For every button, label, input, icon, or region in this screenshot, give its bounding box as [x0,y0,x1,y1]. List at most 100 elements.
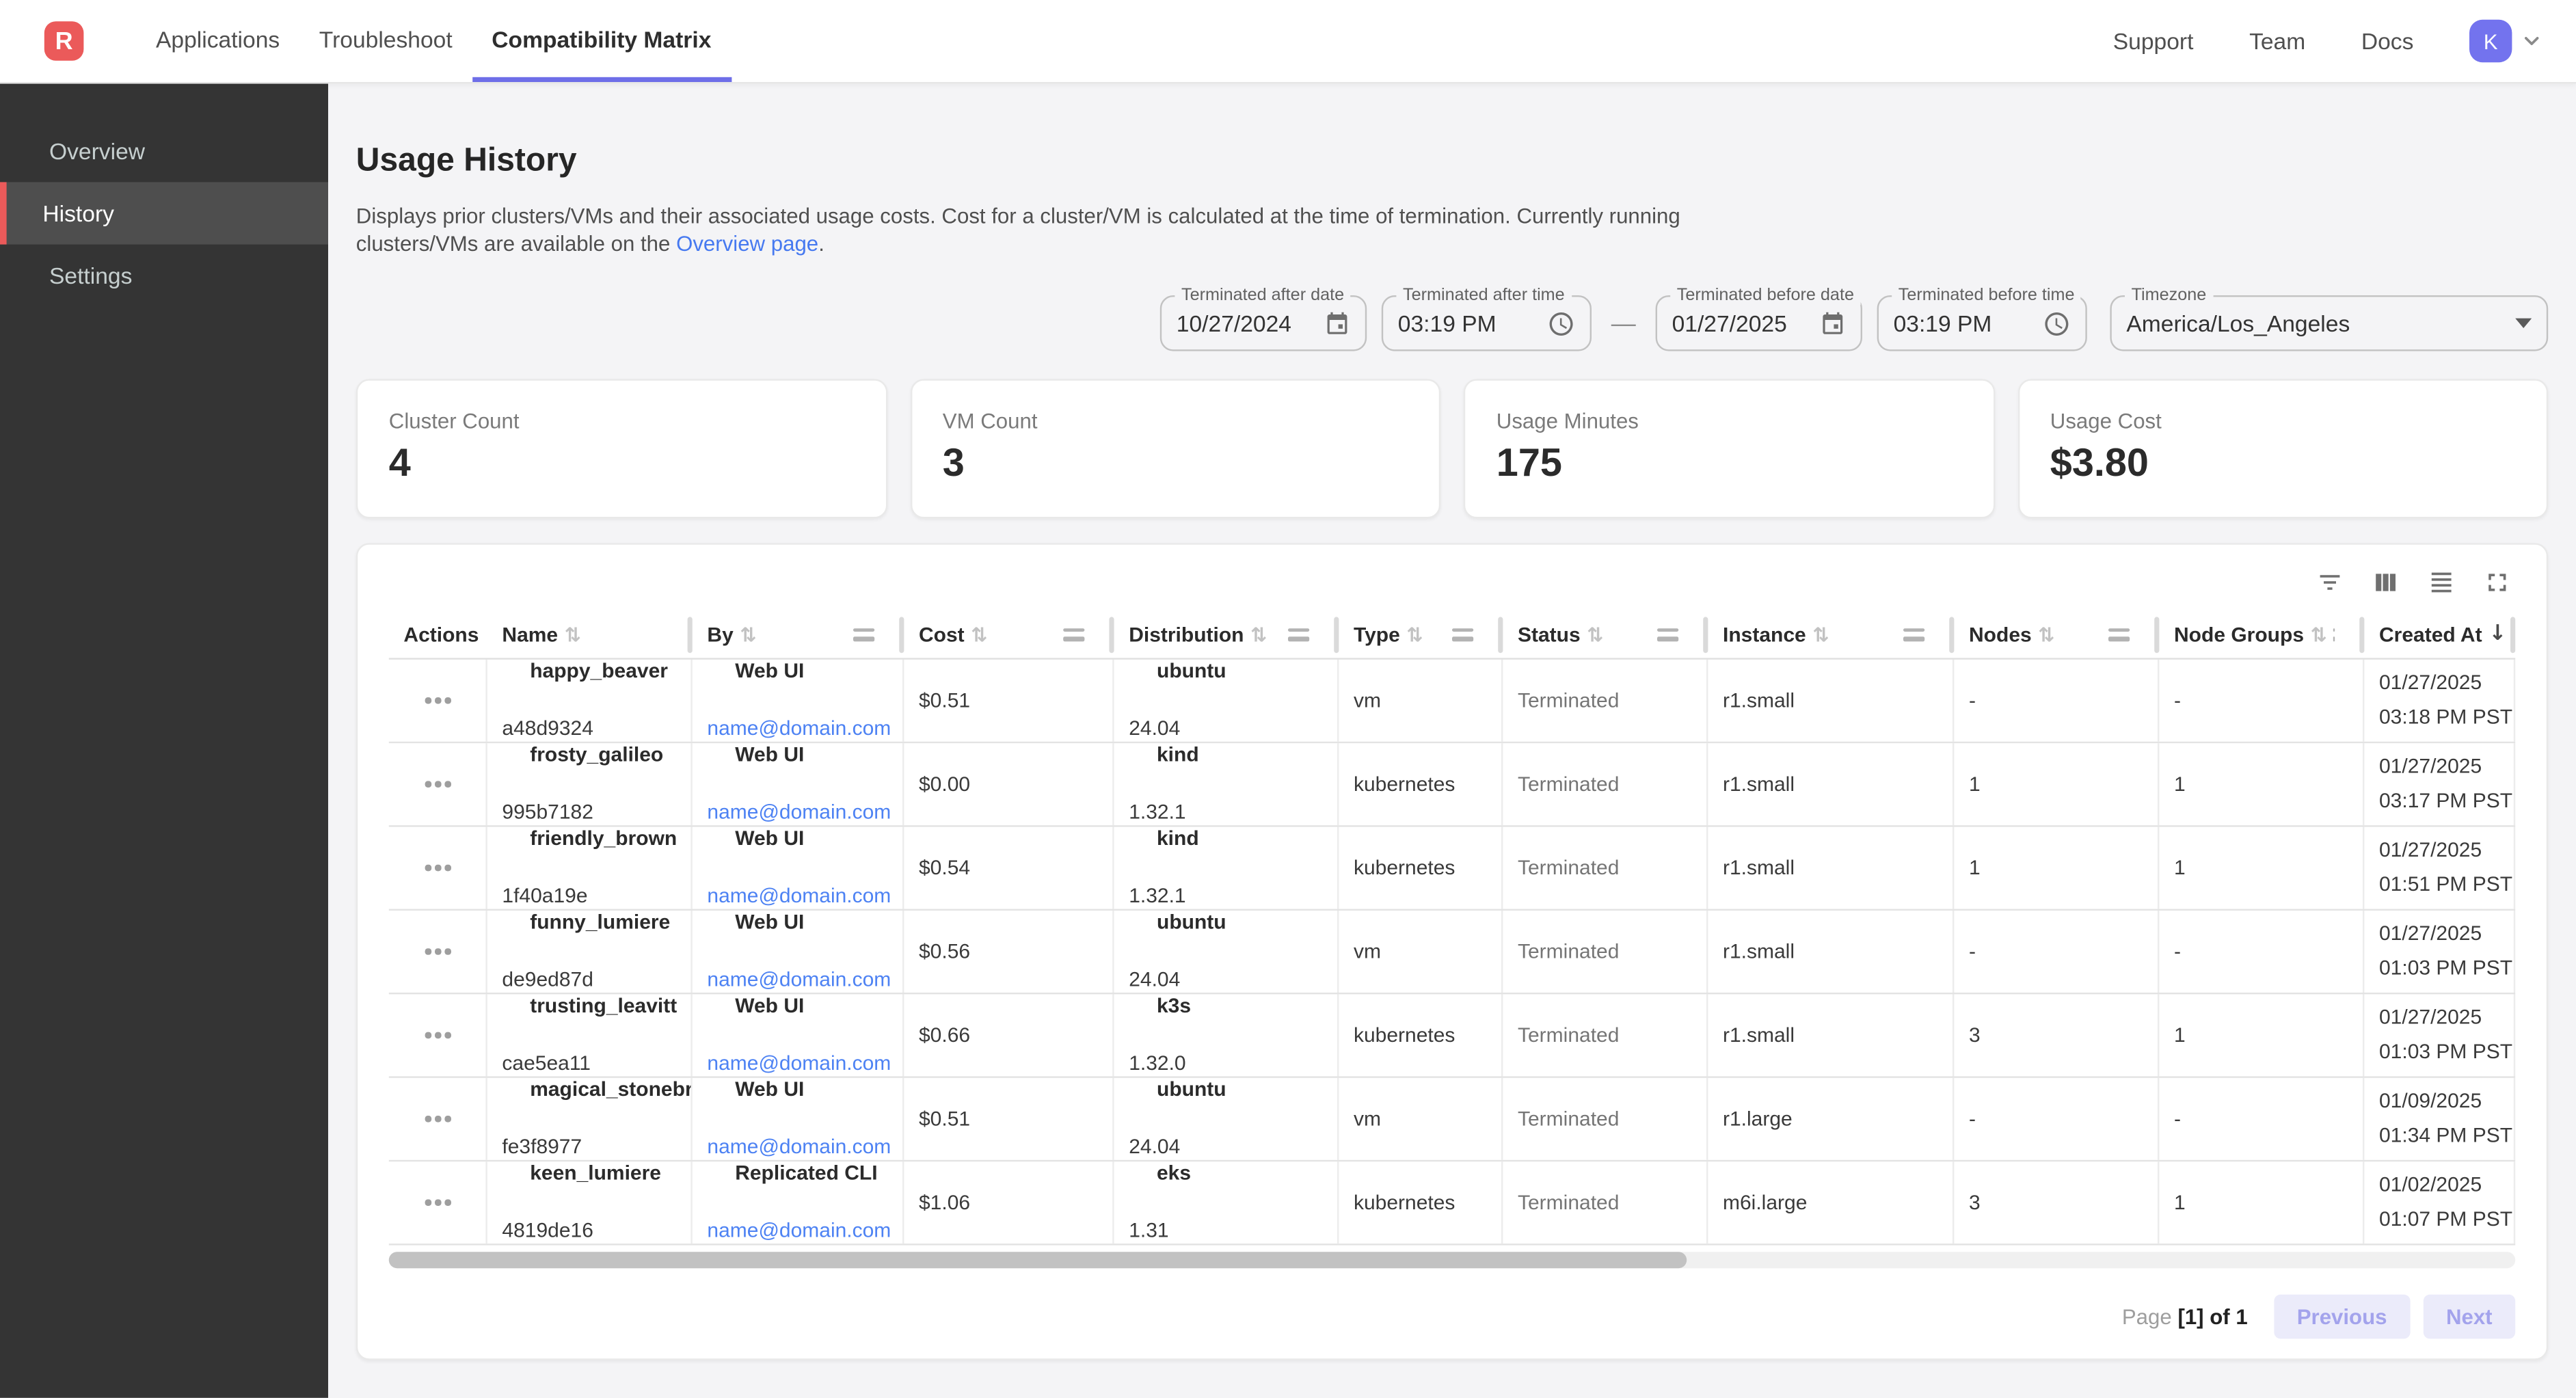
column-header-status[interactable]: Status⇅ [1503,610,1708,658]
row-actions-icon[interactable] [419,1193,457,1212]
row-actions-icon[interactable] [419,691,457,710]
row-actions-icon[interactable] [419,1110,457,1129]
cell-nodes: 3 [1954,1161,2159,1244]
by-email-link[interactable]: name@domain.com [707,1051,889,1076]
status-badge: Terminated [1518,857,1693,880]
row-actions-icon[interactable] [419,859,457,878]
row-actions-icon[interactable] [419,942,457,961]
cell-nodes: 1 [1954,827,2159,909]
nav-tab-compatibility-matrix[interactable]: Compatibility Matrix [472,0,731,82]
nodes-value: - [1969,940,2145,963]
sort-icon[interactable]: ⇅ [1250,623,1267,646]
created-time: 01:51 PM PST [2379,873,2501,898]
by-email-link[interactable]: name@domain.com [707,1219,889,1244]
sort-desc-icon[interactable]: ↓ [2488,622,2506,647]
cell-type: vm [1339,911,1503,993]
scrollbar-thumb[interactable] [389,1252,1686,1268]
sort-icon[interactable]: ⇅ [565,623,581,646]
nodes-value: 3 [1969,1024,2145,1047]
filter-icon[interactable] [2315,567,2344,597]
nav-tab-troubleshoot[interactable]: Troubleshoot [299,0,472,82]
cell-instance: r1.small [1708,994,1954,1076]
column-resize-handle[interactable] [1063,628,1084,641]
replicated-logo[interactable]: R [44,21,84,61]
column-resize-handle[interactable] [2333,628,2335,641]
node-groups-value: - [2174,1107,2350,1131]
sort-icon[interactable]: ⇅ [2038,623,2054,646]
cell-instance: r1.small [1708,743,1954,825]
terminated-after-date-field[interactable]: Terminated after date 10/27/2024 [1160,295,1367,351]
column-header-distribution[interactable]: Distribution ⇅ [1114,610,1339,658]
nav-link-support[interactable]: Support [2113,28,2194,54]
density-icon[interactable] [2427,567,2456,597]
timezone-select[interactable]: Timezone America/Los_Angeles [2110,295,2548,351]
clock-icon[interactable] [2043,309,2071,337]
nav-tab-applications[interactable]: Applications [136,0,299,82]
node-groups-value: - [2174,689,2350,712]
clock-icon[interactable] [1547,309,1575,337]
overview-page-link[interactable]: Overview page [676,231,818,256]
row-actions-icon[interactable] [419,1026,457,1045]
cell-cost: $0.00 [904,743,1114,825]
cluster-id: cae5ea11 [502,1051,677,1076]
sidebar-item-settings[interactable]: Settings [0,245,328,307]
by-source: Web UI [707,827,889,875]
cell-cost: $1.06 [904,1161,1114,1244]
nav-link-docs[interactable]: Docs [2361,28,2414,54]
column-header-name[interactable]: Name⇅ [487,610,693,658]
column-label: Cost [919,623,965,646]
usage-table-card: Actions Name⇅ By⇅ Cost⇅ Distribution⇅ Ty… [356,543,2548,1360]
column-resize-handle[interactable] [853,628,874,641]
column-label: Type [1354,623,1400,646]
cell-name: frosty_galileo 995b7182 [487,743,693,825]
column-resize-handle[interactable] [2108,628,2130,641]
by-email-link[interactable]: name@domain.com [707,968,889,993]
sidebar-item-history[interactable]: History [0,182,328,244]
sort-icon[interactable]: ⇅ [1812,623,1829,646]
created-time: 01:03 PM PST [2379,956,2501,981]
column-resize-handle[interactable] [1657,628,1678,641]
terminated-after-time-field[interactable]: Terminated after time 03:19 PM [1382,295,1592,351]
account-menu[interactable]: K [2469,20,2543,62]
sort-icon[interactable]: ⇅ [1587,623,1603,646]
cell-instance: m6i.large [1708,1161,1954,1244]
column-header-by[interactable]: By⇅ [693,610,904,658]
next-page-button[interactable]: Next [2423,1295,2515,1339]
sort-icon[interactable]: ⇅ [740,623,756,646]
terminated-before-date-field[interactable]: Terminated before date 01/27/2025 [1656,295,1862,351]
nav-link-team[interactable]: Team [2249,28,2305,54]
sort-icon[interactable]: ⇅ [2311,623,2327,646]
horizontal-scrollbar[interactable] [389,1252,2515,1268]
column-header-created-at[interactable]: Created At↓ [2364,610,2515,658]
distribution-name: eks [1129,1161,1324,1209]
column-header-cost[interactable]: Cost ⇅ [904,610,1114,658]
column-resize-handle[interactable] [1288,628,1309,641]
fullscreen-icon[interactable] [2482,567,2512,597]
page-label: Page [2122,1304,2172,1329]
by-email-link[interactable]: name@domain.com [707,801,889,825]
column-divider [1498,617,1503,653]
column-header-node-groups[interactable]: Node Groups⇅ [2159,610,2364,658]
calendar-icon[interactable] [1324,310,1350,336]
terminated-before-time-field[interactable]: Terminated before time 03:19 PM [1877,295,2087,351]
previous-page-button[interactable]: Previous [2274,1295,2410,1339]
by-email-link[interactable]: name@domain.com [707,885,889,909]
column-header-type[interactable]: Type ⇅ [1339,610,1503,658]
by-email-link[interactable]: name@domain.com [707,1135,889,1160]
column-label: Distribution [1129,623,1244,646]
sort-icon[interactable]: ⇅ [1406,623,1423,646]
sort-icon[interactable]: ⇅ [971,623,987,646]
column-resize-handle[interactable] [1452,628,1473,641]
column-header-nodes[interactable]: Nodes⇅ [1954,610,2159,658]
by-email-link[interactable]: name@domain.com [707,717,889,742]
sidebar-item-overview[interactable]: Overview [0,120,328,182]
column-header-instance[interactable]: Instance ⇅ [1708,610,1954,658]
columns-icon[interactable] [2371,567,2400,597]
column-resize-handle[interactable] [1903,628,1924,641]
nav-tabs: Applications Troubleshoot Compatibility … [136,0,731,82]
column-label: Instance [1723,623,1806,646]
stat-label: VM Count [943,409,1408,433]
calendar-icon[interactable] [1820,310,1846,336]
stat-value: 4 [389,442,854,487]
row-actions-icon[interactable] [419,775,457,794]
